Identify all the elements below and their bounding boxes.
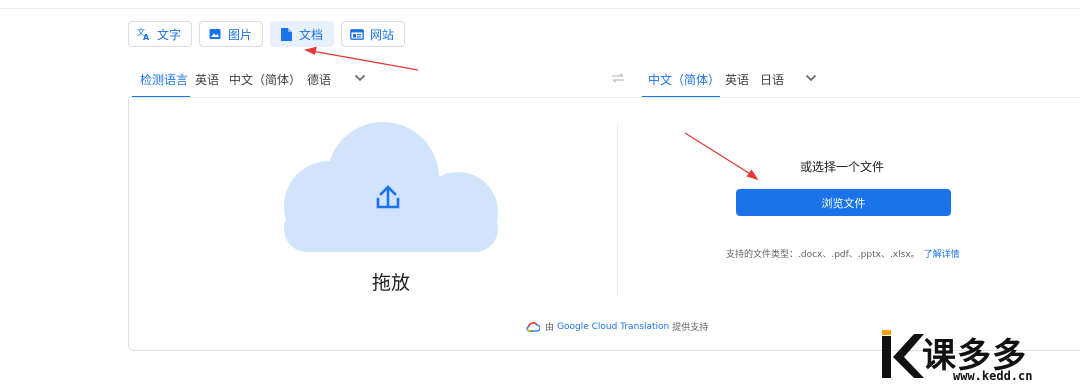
target-lang-chinese[interactable]: 中文（简体） [648,71,720,88]
drop-zone-label: 拖放 [372,272,411,294]
language-bar: 检测语言 英语 中文（简体） 德语 中文（简体） 英语 日语 [128,60,1080,98]
website-icon [350,27,364,41]
google-cloud-translation-link[interactable]: Google Cloud Translation [557,322,669,332]
google-cloud-icon [526,322,540,332]
mode-tab-image[interactable]: 图片 [199,21,264,47]
watermark: 课多多 www.kedd.cn [878,328,1078,386]
upload-cloud-icon[interactable] [283,122,499,252]
watermark-url: www.kedd.cn [953,369,1033,383]
powered-by: 由 Google Cloud Translation 提供支持 [526,320,708,333]
document-icon [279,27,293,41]
mode-tab-website[interactable]: 网站 [341,21,406,47]
svg-text:A: A [143,33,150,41]
source-lang-german[interactable]: 德语 [307,71,331,88]
source-lang-detect[interactable]: 检测语言 [140,71,188,88]
supported-file-types-text: 支持的文件类型：.docx、.pdf、.pptx、.xlsx。 [726,250,920,260]
watermark-logo-icon [882,330,924,378]
mode-tab-label: 文档 [299,27,324,42]
image-icon [208,27,222,41]
mode-tab-label: 网站 [370,27,395,42]
target-chevron-down-icon[interactable] [805,73,817,83]
panel-divider [617,124,618,296]
mode-tab-document[interactable]: 文档 [270,21,335,47]
mode-tab-text[interactable]: 文A 文字 [128,21,193,47]
supported-file-types: 支持的文件类型：.docx、.pdf、.pptx、.xlsx。 了解详情 [726,247,960,260]
swap-languages-icon[interactable] [611,73,625,83]
source-lang-chinese[interactable]: 中文（简体） [229,71,301,88]
source-lang-english[interactable]: 英语 [195,71,219,88]
top-divider [0,8,1080,9]
choose-file-label: 或选择一个文件 [800,160,885,174]
target-lang-english[interactable]: 英语 [725,71,749,88]
mode-tab-label: 图片 [228,27,253,42]
target-lang-japanese[interactable]: 日语 [760,71,784,88]
document-panel [128,98,1080,351]
mode-tabs: 文A 文字 图片 文档 网站 [128,21,406,47]
powered-prefix: 由 [545,323,555,333]
mode-tab-label: 文字 [157,27,182,42]
source-chevron-down-icon[interactable] [354,73,366,83]
browse-files-button[interactable]: 浏览文件 [736,189,951,216]
learn-more-link[interactable]: 了解详情 [924,250,960,260]
powered-suffix: 提供支持 [672,323,709,333]
translate-icon: 文A [137,27,151,41]
